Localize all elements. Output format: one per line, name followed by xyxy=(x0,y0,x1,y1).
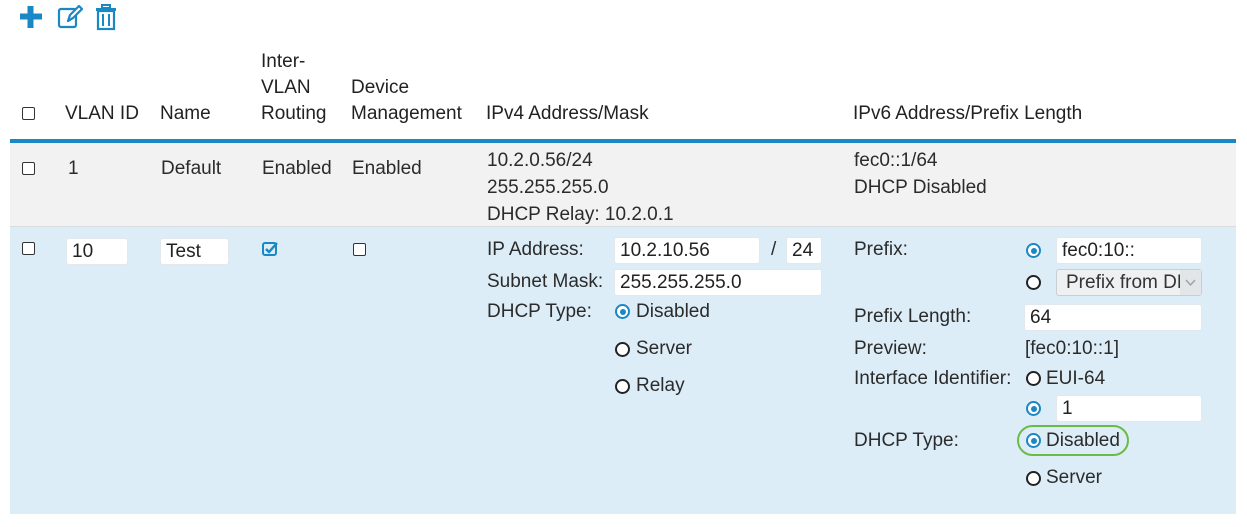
ipv6-prefix-dhcp-radio[interactable] xyxy=(1026,275,1041,290)
table-row-editing[interactable]: IP Address: / Subnet Mask: DHCP Type: Di… xyxy=(10,227,1236,514)
select-all-checkbox[interactable] xyxy=(22,107,35,120)
ip-address-input[interactable] xyxy=(614,237,760,264)
header-device-management: Device Management xyxy=(351,77,462,124)
device-management-cell: Enabled xyxy=(352,158,422,179)
dhcp-disabled-label: Disabled xyxy=(636,301,710,322)
dhcp-server-radio[interactable] xyxy=(615,342,630,357)
preview-label: Preview: xyxy=(854,338,927,359)
ipv6-prefix-static-radio[interactable] xyxy=(1026,243,1041,258)
row-checkbox[interactable] xyxy=(22,242,35,255)
dhcp-relay-radio[interactable] xyxy=(615,379,630,394)
header-ipv4: IPv4 Address/Mask xyxy=(486,103,649,124)
trash-icon[interactable] xyxy=(94,3,118,31)
inter-vlan-routing-cell: Enabled xyxy=(262,158,332,179)
interface-identifier-label: Interface Identifier: xyxy=(854,368,1012,389)
ipv6-dhcp-disabled-radio[interactable] xyxy=(1026,433,1041,448)
dhcp-server-label: Server xyxy=(636,338,692,359)
ipv6-dhcp-server-radio[interactable] xyxy=(1026,471,1041,486)
ipv6-prefix-input[interactable] xyxy=(1056,237,1202,264)
preview-value: [fec0:10::1] xyxy=(1025,338,1120,359)
header-vlan-id: VLAN ID xyxy=(65,103,139,124)
ipv6-dhcp-server-label: Server xyxy=(1046,467,1102,488)
vlan-id-input[interactable] xyxy=(66,238,128,265)
subnet-mask-label: Subnet Mask: xyxy=(487,271,604,292)
ipv4-cell: 10.2.0.56/24 255.255.255.0 DHCP Relay: 1… xyxy=(487,150,674,225)
iface-eui64-label: EUI-64 xyxy=(1046,368,1106,389)
prefix-slash: / xyxy=(771,239,777,260)
header-ipv6: IPv6 Address/Prefix Length xyxy=(853,103,1083,124)
ip-address-label: IP Address: xyxy=(487,239,584,260)
prefix-length-label: Prefix Length: xyxy=(854,306,972,327)
dhcp-type-label: DHCP Type: xyxy=(487,301,592,322)
iface-custom-radio[interactable] xyxy=(1026,401,1041,416)
toolbar xyxy=(18,3,128,31)
header-inter-vlan-routing: Inter- VLAN Routing xyxy=(261,51,327,124)
plus-icon[interactable] xyxy=(18,4,44,30)
prefix-length-input[interactable] xyxy=(1024,304,1202,331)
ipv6-prefix-label: Prefix: xyxy=(854,239,908,260)
inter-vlan-routing-checkbox[interactable] xyxy=(262,241,279,257)
table-row[interactable]: 1 Default Enabled Enabled 10.2.0.56/24 2… xyxy=(10,143,1236,227)
chevron-down-icon[interactable] xyxy=(1180,270,1201,295)
ipv6-cell: fec0::1/64 DHCP Disabled xyxy=(854,150,987,198)
name-input[interactable] xyxy=(160,238,229,265)
name-cell: Default xyxy=(161,158,222,179)
subnet-mask-input[interactable] xyxy=(614,269,822,296)
ipv6-dhcp-type-label: DHCP Type: xyxy=(854,430,959,451)
ipv6-dhcp-disabled-label: Disabled xyxy=(1046,430,1120,451)
iface-custom-input[interactable] xyxy=(1056,395,1202,422)
device-management-checkbox[interactable] xyxy=(353,243,366,256)
ipv4-prefix-input[interactable] xyxy=(786,237,822,264)
dhcp-disabled-radio[interactable] xyxy=(615,304,630,319)
edit-icon[interactable] xyxy=(56,3,84,31)
row-checkbox[interactable] xyxy=(22,162,35,175)
vlan-id-cell: 1 xyxy=(68,158,79,179)
header-name: Name xyxy=(160,103,211,124)
iface-eui64-radio[interactable] xyxy=(1026,371,1041,386)
dhcp-relay-label: Relay xyxy=(636,375,685,396)
